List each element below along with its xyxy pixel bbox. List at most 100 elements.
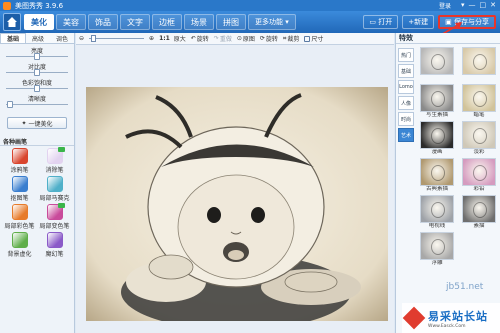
maximize-icon[interactable]: □ — [480, 1, 487, 10]
close-icon[interactable]: ✕ — [490, 1, 496, 10]
category-art[interactable]: 艺术 — [398, 128, 414, 142]
tab-collage[interactable]: 拼图 — [216, 14, 246, 30]
brush-magic[interactable]: 魔幻笔 — [39, 232, 70, 258]
slider-knob[interactable] — [34, 69, 40, 76]
crop-button[interactable]: ⌗ 裁剪 — [282, 34, 299, 44]
spin-label: 旋转 — [265, 36, 278, 43]
original-size-label: 原大 — [173, 36, 186, 43]
tab-accessories[interactable]: 饰品 — [88, 14, 118, 30]
eraser-icon — [46, 147, 65, 164]
effect-preview — [420, 158, 454, 186]
color-pen-icon — [11, 204, 28, 220]
zoom-out-icon[interactable]: ⊖ — [79, 35, 84, 42]
subtab-basic[interactable]: 基础 — [0, 33, 26, 43]
effect-thumb[interactable]: 浮雕 — [418, 232, 456, 267]
effect-face-shape — [473, 202, 487, 218]
effect-label: 电视线 — [428, 223, 446, 229]
effect-face-shape — [431, 239, 445, 255]
category-portrait[interactable]: 人像 — [398, 96, 414, 110]
slider-label: 对比度 — [27, 64, 46, 71]
tab-beautify[interactable]: 美化 — [24, 14, 54, 30]
redo-button[interactable]: ↷ 重做 — [214, 34, 232, 43]
one-key-label: 一键美化 — [28, 120, 53, 128]
effect-preview — [420, 84, 454, 112]
menu-dropdown-icon[interactable]: ▾ — [461, 1, 465, 10]
brush-background-blur[interactable]: 背景虚化 — [4, 232, 35, 258]
one-key-beautify-button[interactable]: ✦ 一键美化 — [7, 117, 67, 129]
redo-label: 重做 — [219, 36, 232, 43]
slider-track[interactable] — [4, 85, 70, 92]
slider-track[interactable] — [4, 69, 70, 76]
tab-more[interactable]: 更多功能 ▾ — [248, 14, 296, 30]
slider-group: 亮度 对比度 色彩饱和度 清晰度 — [0, 44, 74, 112]
login-link[interactable]: 登录 — [439, 1, 451, 10]
effect-face-shape — [431, 54, 445, 70]
brush-mosaic[interactable]: 局部马赛克 — [39, 176, 70, 202]
effect-label: 淡彩 — [473, 149, 485, 155]
effect-face-shape — [431, 165, 445, 181]
slider-track[interactable] — [4, 101, 70, 108]
slider-track[interactable] — [4, 53, 70, 60]
spin-button[interactable]: ⟳ 旋转 — [260, 34, 278, 43]
effect-face-shape — [473, 54, 487, 70]
category-fashion[interactable]: 时尚 — [398, 112, 414, 126]
brush-label: 局部变色笔 — [39, 223, 70, 230]
brush-graffiti[interactable]: 涂鸦笔 — [4, 148, 35, 174]
slider-label: 色彩饱和度 — [21, 80, 52, 87]
cutout-brush-icon — [11, 176, 28, 192]
open-button[interactable]: ▭ 打开 — [363, 15, 399, 29]
category-basic[interactable]: 基础 — [398, 64, 414, 78]
sketch-photo[interactable] — [86, 87, 388, 321]
tab-scene[interactable]: 场景 — [184, 14, 214, 30]
slider-knob[interactable] — [34, 85, 40, 92]
effect-preview — [420, 232, 454, 260]
minimize-icon[interactable]: — — [469, 1, 476, 10]
left-panel: 基础 高级 调色 亮度 对比度 色彩饱和度 清晰度 ✦ 一键美化 各种画笔 涂鸦… — [0, 33, 75, 333]
brush-local-color[interactable]: 局部彩色笔 — [4, 204, 35, 230]
canvas-area[interactable] — [76, 45, 394, 333]
tab-face[interactable]: 美容 — [56, 14, 86, 30]
undo-icon: ↶ — [190, 35, 196, 42]
original-image-button[interactable]: ⊙ 原图 — [237, 34, 255, 43]
effect-thumb[interactable]: 漫画 — [418, 121, 456, 156]
rotate-button[interactable]: ↶ 旋转 — [191, 34, 209, 43]
effect-thumb[interactable]: 古典素描 — [418, 158, 456, 193]
effect-thumb[interactable]: 写生素描 — [418, 84, 456, 119]
effect-thumb[interactable] — [418, 47, 456, 82]
resize-button[interactable]: 尺寸 — [304, 34, 323, 43]
crop-icon: ⌗ — [282, 34, 287, 42]
zoom-label: 1:1 — [159, 35, 170, 42]
effect-label: 素描 — [473, 223, 485, 229]
zoom-slider[interactable] — [89, 35, 145, 42]
brush-label: 消除笔 — [45, 167, 64, 174]
subtab-advanced[interactable]: 高级 — [26, 33, 50, 43]
tab-frame[interactable]: 边框 — [152, 14, 182, 30]
watermark-site: jb51.net — [446, 282, 484, 292]
folder-icon: ▭ — [369, 18, 377, 26]
category-lomo[interactable]: Lomo — [398, 80, 414, 94]
brush-recolor[interactable]: 局部变色笔 — [39, 203, 70, 230]
zoom-in-icon[interactable]: ⊕ — [149, 35, 154, 42]
subtab-color[interactable]: 调色 — [50, 33, 74, 43]
zoom-knob[interactable] — [91, 35, 97, 42]
effect-thumb[interactable] — [460, 47, 498, 82]
effect-thumb[interactable]: 素描 — [460, 195, 498, 230]
zoom-1-1-button[interactable]: 1:1 原大 — [159, 34, 186, 43]
slider-contrast: 对比度 — [4, 62, 70, 76]
tab-text[interactable]: 文字 — [120, 14, 150, 30]
effect-thumb[interactable]: 彩铅 — [460, 158, 498, 193]
app-title: 美图秀秀 3.9.6 — [15, 1, 64, 10]
effect-thumb[interactable]: 蜡笔 — [460, 84, 498, 119]
category-hot[interactable]: 热门 — [398, 48, 414, 62]
rotate-icon: ⟳ — [259, 35, 265, 42]
brand-name: 易采站长站 — [428, 309, 488, 323]
reset-label: 原图 — [242, 36, 255, 43]
slider-brightness: 亮度 — [4, 46, 70, 60]
effect-thumb[interactable]: 淡彩 — [460, 121, 498, 156]
brush-eraser[interactable]: 消除笔 — [39, 147, 70, 174]
effect-thumb[interactable]: 电视线 — [418, 195, 456, 230]
home-button[interactable] — [3, 13, 21, 31]
slider-knob[interactable] — [34, 53, 40, 60]
brush-cutout[interactable]: 抠图笔 — [4, 176, 35, 202]
slider-knob[interactable] — [7, 101, 13, 108]
